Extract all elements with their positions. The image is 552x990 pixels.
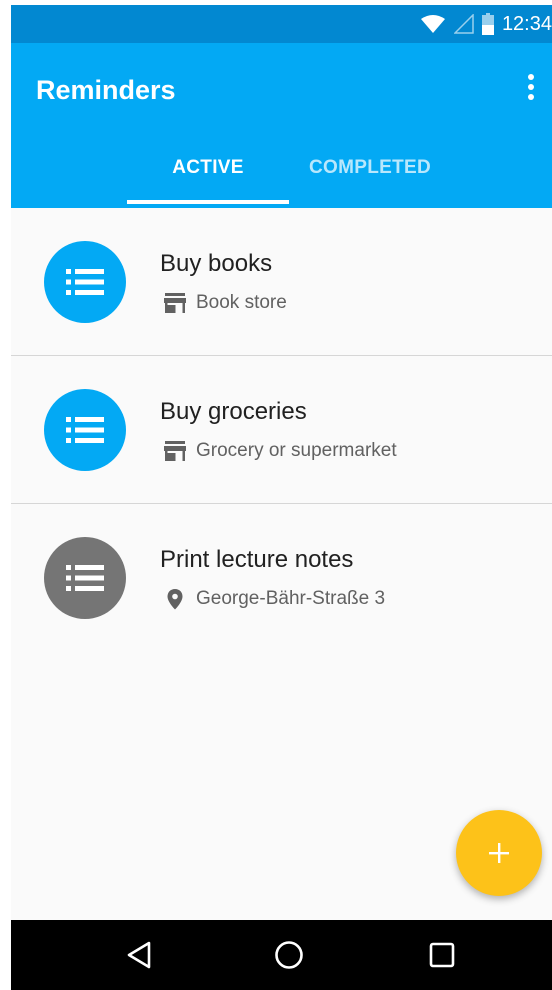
recents-button[interactable]: [420, 933, 464, 977]
list-item[interactable]: Buy groceries Grocery or supermarket: [11, 356, 552, 504]
store-icon: [164, 441, 186, 461]
store-icon: [164, 293, 186, 313]
back-button[interactable]: [117, 933, 161, 977]
list-item[interactable]: Buy books Book store: [11, 208, 552, 356]
reminder-subtitle: George-Bähr-Straße 3: [196, 588, 386, 609]
back-icon: [127, 941, 151, 969]
battery-icon: [481, 13, 494, 35]
list-icon: [44, 241, 126, 323]
reminder-title: Buy groceries: [160, 398, 307, 425]
reminder-subtitle: Book store: [196, 292, 287, 313]
status-bar: 12:34: [11, 5, 552, 43]
reminder-subtitle-row: Grocery or supermarket: [164, 440, 397, 462]
list-icon: [44, 537, 126, 619]
reminder-subtitle-row: Book store: [164, 292, 287, 314]
tab-completed[interactable]: COMPLETED: [289, 151, 451, 208]
screen: 12:34 Reminders ACTIVE COMPLETED Buy boo…: [11, 5, 552, 990]
wifi-icon: [420, 15, 445, 33]
tab-active-label: ACTIVE: [172, 157, 244, 178]
recents-icon: [429, 942, 455, 968]
status-time: 12:34: [501, 12, 552, 35]
overflow-menu-icon[interactable]: [516, 69, 546, 105]
signal-icon: [453, 14, 474, 34]
reminder-subtitle: Grocery or supermarket: [196, 440, 397, 461]
list-item[interactable]: Print lecture notes George-Bähr-Straße 3: [11, 504, 552, 652]
home-icon: [275, 941, 303, 969]
reminder-title: Buy books: [160, 250, 273, 277]
app-bar: Reminders ACTIVE COMPLETED: [11, 43, 552, 208]
reminder-subtitle-row: George-Bähr-Straße 3: [164, 588, 385, 610]
app-title: Reminders: [36, 75, 176, 105]
list-icon: [44, 389, 126, 471]
navigation-bar: [11, 920, 552, 990]
home-button[interactable]: [267, 933, 311, 977]
add-icon: [489, 843, 509, 863]
tab-indicator: [127, 200, 289, 204]
add-reminder-button[interactable]: [456, 810, 542, 896]
tab-completed-label: COMPLETED: [309, 157, 431, 178]
reminder-list: Buy books Book store Buy groceries Groce…: [11, 208, 552, 652]
location-pin-icon: [167, 589, 183, 610]
reminder-title: Print lecture notes: [160, 546, 354, 573]
